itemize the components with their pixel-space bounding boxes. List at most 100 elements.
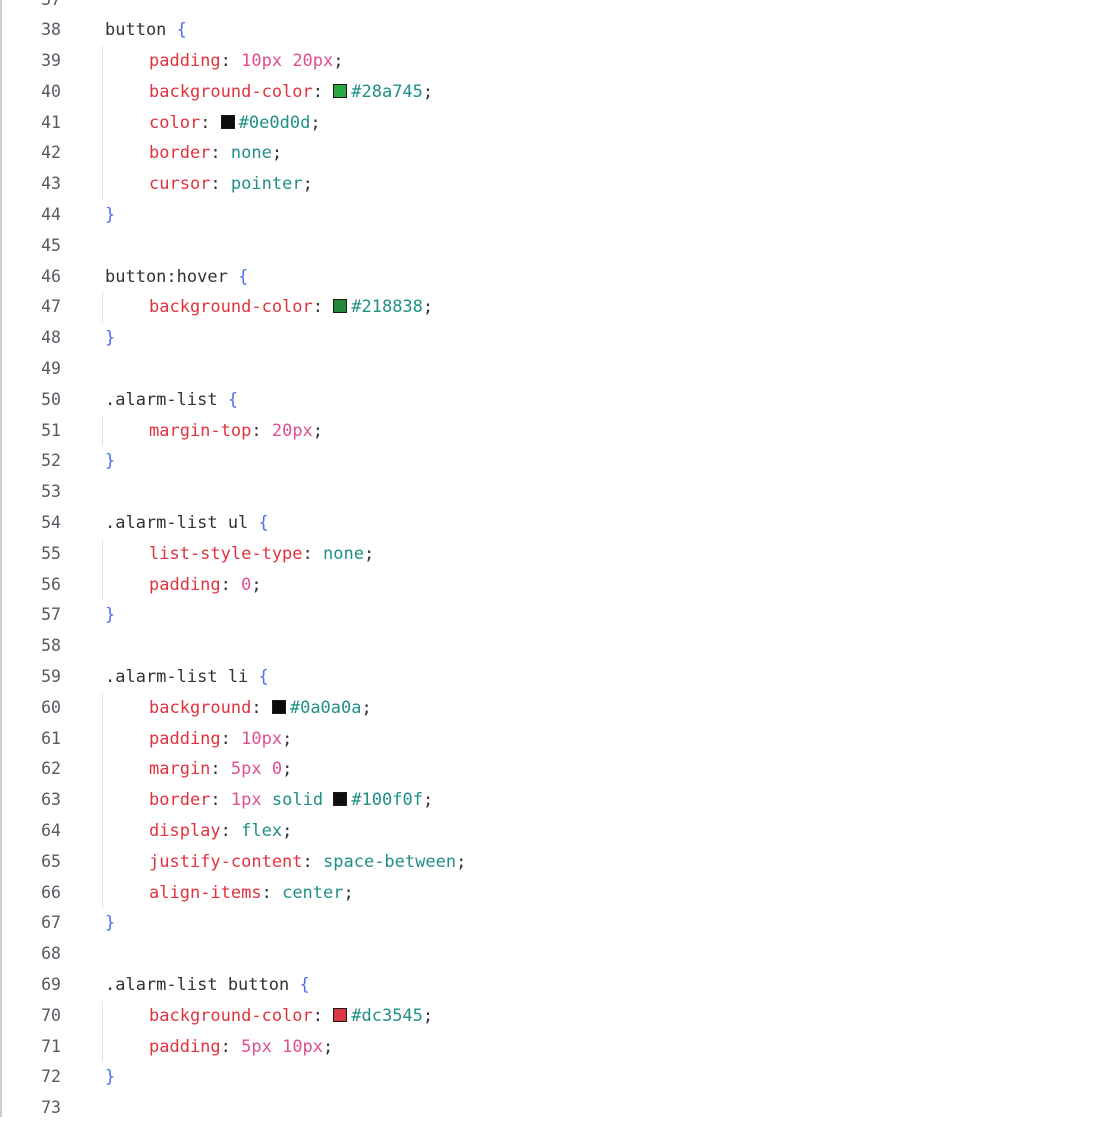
line-content: padding: 0; bbox=[105, 570, 262, 601]
indent-guide bbox=[102, 723, 103, 755]
css-value-number: 10px 20px bbox=[241, 51, 334, 72]
indent-guide bbox=[102, 692, 103, 724]
punctuation: : bbox=[210, 759, 231, 780]
code-line[interactable]: 55 list-style-type: none; bbox=[0, 538, 1094, 570]
code-line[interactable]: 37 bbox=[0, 0, 1094, 15]
code-line[interactable]: 64 display: flex; bbox=[0, 816, 1094, 847]
code-line[interactable]: 42 border: none; bbox=[0, 138, 1094, 170]
color-swatch-icon[interactable] bbox=[271, 699, 286, 714]
color-hex-value: #28a745 bbox=[351, 81, 423, 102]
punctuation: ; bbox=[310, 112, 321, 133]
line-content: background: #0a0a0a; bbox=[105, 693, 372, 724]
css-property: border bbox=[149, 790, 211, 811]
code-line[interactable]: 44} bbox=[0, 200, 1094, 231]
code-line[interactable]: 69 .alarm-list button { bbox=[0, 970, 1094, 1001]
color-swatch-icon[interactable] bbox=[333, 792, 348, 807]
line-content: background-color: #28a745; bbox=[105, 77, 433, 108]
css-property: justify-content bbox=[149, 851, 303, 872]
code-line[interactable]: 71 padding: 5px 10px; bbox=[0, 1031, 1094, 1063]
code-line[interactable]: 73 bbox=[0, 1093, 1094, 1124]
color-swatch-icon[interactable] bbox=[333, 1007, 348, 1022]
code-line[interactable]: 72} bbox=[0, 1062, 1094, 1093]
css-value-number: 10px bbox=[241, 728, 283, 749]
code-line[interactable]: 47 background-color: #218838; bbox=[0, 292, 1094, 324]
css-property: display bbox=[149, 821, 221, 842]
code-line[interactable]: 38 button { bbox=[0, 15, 1094, 46]
code-line[interactable]: 60 background: #0a0a0a; bbox=[0, 692, 1094, 724]
css-property: padding bbox=[149, 51, 221, 72]
line-content: background-color: #218838; bbox=[105, 292, 433, 323]
css-property: background-color bbox=[149, 1005, 313, 1026]
indent-guide bbox=[102, 138, 103, 170]
code-line[interactable]: 62 margin: 5px 0; bbox=[0, 754, 1094, 786]
punctuation: ; bbox=[312, 420, 324, 441]
css-property: padding bbox=[149, 574, 221, 595]
line-number: 72 bbox=[41, 1067, 61, 1087]
punctuation: ; bbox=[333, 51, 344, 72]
code-line[interactable]: 46 button:hover { bbox=[0, 262, 1094, 293]
color-hex-value: #dc3545 bbox=[351, 1005, 423, 1026]
line-number: 56 bbox=[41, 574, 61, 594]
code-line[interactable]: 61 padding: 10px; bbox=[0, 723, 1094, 755]
line-number: 39 bbox=[41, 51, 61, 71]
code-line[interactable]: 39 padding: 10px 20px; bbox=[0, 46, 1094, 77]
code-editor[interactable]: 3738button {39padding: 10px 20px;40backg… bbox=[0, 0, 1094, 1117]
code-line[interactable]: 41 color: #0e0d0d; bbox=[0, 107, 1094, 139]
css-value-keyword: none bbox=[323, 543, 364, 564]
indent-guide bbox=[102, 46, 103, 77]
punctuation: : bbox=[312, 1005, 334, 1026]
code-line[interactable]: 43 cursor: pointer; bbox=[0, 169, 1094, 201]
css-property: background-color bbox=[149, 297, 313, 318]
line-number: 62 bbox=[41, 759, 61, 779]
line-number: 66 bbox=[41, 882, 61, 902]
line-number: 55 bbox=[41, 543, 61, 563]
code-line[interactable]: 56 padding: 0; bbox=[0, 569, 1094, 601]
code-area[interactable]: 3738button {39padding: 10px 20px;40backg… bbox=[0, 0, 1094, 1124]
color-swatch-icon[interactable] bbox=[333, 83, 348, 98]
line-content: } bbox=[105, 1062, 115, 1093]
punctuation: : bbox=[220, 51, 242, 72]
punctuation: ; bbox=[302, 174, 313, 195]
line-number: 48 bbox=[41, 328, 61, 348]
code-line[interactable]: 68 bbox=[0, 939, 1094, 970]
code-line[interactable]: 70 background-color: #dc3545; bbox=[0, 1000, 1094, 1032]
punctuation: ; bbox=[422, 81, 434, 102]
punctuation: : bbox=[210, 174, 231, 195]
color-swatch-icon[interactable] bbox=[333, 299, 348, 314]
line-number: 53 bbox=[41, 482, 61, 502]
code-line[interactable]: 54 .alarm-list ul { bbox=[0, 508, 1094, 539]
css-property: padding bbox=[149, 1036, 221, 1057]
line-content: align-items: center; bbox=[105, 878, 354, 909]
code-line[interactable]: 63 border: 1px solid #100f0f; bbox=[0, 785, 1094, 817]
line-content: border: none; bbox=[105, 138, 282, 169]
css-property: list-style-type bbox=[149, 543, 303, 564]
code-line[interactable]: 48} bbox=[0, 323, 1094, 354]
code-line[interactable]: 51 margin-top: 20px; bbox=[0, 415, 1094, 447]
code-line[interactable]: 52} bbox=[0, 446, 1094, 477]
code-line[interactable]: 66 align-items: center; bbox=[0, 877, 1094, 909]
punctuation: : bbox=[220, 821, 242, 842]
code-line[interactable]: 50 .alarm-list { bbox=[0, 385, 1094, 416]
code-line[interactable]: 40 background-color: #28a745; bbox=[0, 76, 1094, 108]
line-content: background-color: #dc3545; bbox=[105, 1001, 433, 1032]
code-line[interactable]: 57} bbox=[0, 600, 1094, 631]
color-swatch-icon[interactable] bbox=[220, 114, 235, 129]
line-content: padding: 10px; bbox=[105, 724, 292, 755]
punctuation: ; bbox=[422, 1005, 434, 1026]
punctuation: ; bbox=[271, 143, 283, 164]
code-line[interactable]: 59 .alarm-list li { bbox=[0, 662, 1094, 693]
color-hex-value: #0a0a0a bbox=[289, 697, 362, 718]
code-line[interactable]: 45 bbox=[0, 231, 1094, 262]
punctuation bbox=[262, 790, 272, 810]
line-content: padding: 10px 20px; bbox=[105, 46, 344, 77]
code-line[interactable]: 58 bbox=[0, 631, 1094, 662]
css-property: color bbox=[149, 112, 201, 133]
code-line[interactable]: 67} bbox=[0, 908, 1094, 939]
indent-guide bbox=[102, 1031, 103, 1063]
code-line[interactable]: 53 bbox=[0, 477, 1094, 508]
css-property: margin bbox=[149, 759, 211, 780]
code-line[interactable]: 65 justify-content: space-between; bbox=[0, 846, 1094, 878]
code-line[interactable]: 49 bbox=[0, 354, 1094, 385]
punctuation: ; bbox=[456, 851, 467, 872]
punctuation: : bbox=[302, 543, 324, 564]
